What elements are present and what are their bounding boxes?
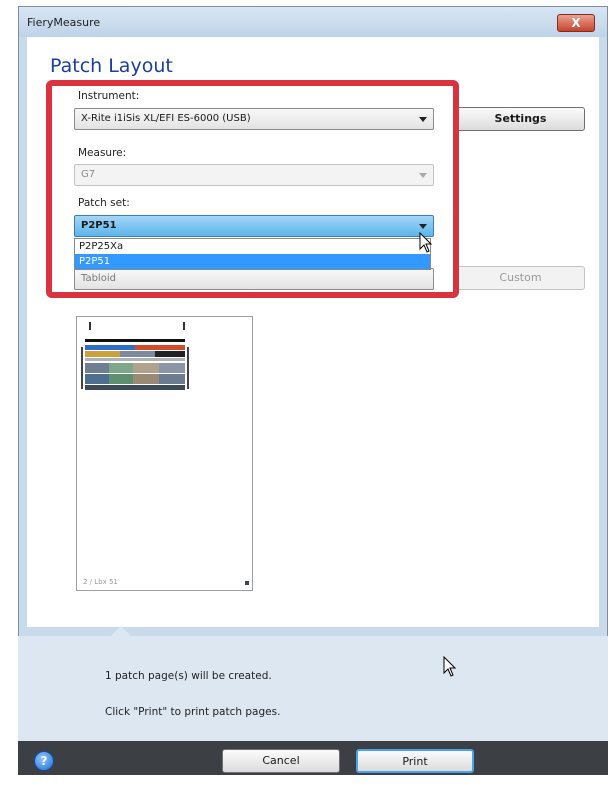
- title-bar: FieryMeasure X: [19, 7, 607, 37]
- patch-page-preview: 2 / Lbx 51: [76, 316, 253, 591]
- custom-button[interactable]: Custom: [456, 266, 585, 290]
- info-panel: [18, 636, 608, 741]
- help-icon[interactable]: ?: [34, 751, 54, 771]
- print-hint-text: Click "Print" to print patch pages.: [105, 706, 281, 718]
- patch-page-thumbnail: 2 / Lbx 51: [81, 322, 249, 586]
- highlight-box: [46, 80, 459, 298]
- close-icon[interactable]: X: [558, 15, 594, 31]
- close-button[interactable]: X: [557, 14, 595, 32]
- preview-caption: 2 / Lbx 51: [83, 578, 118, 586]
- pages-created-text: 1 patch page(s) will be created.: [105, 670, 272, 682]
- panel-notch: [110, 626, 132, 637]
- cancel-button[interactable]: Cancel: [222, 749, 340, 773]
- mouse-pointer-icon: [443, 656, 457, 677]
- print-button[interactable]: Print: [356, 749, 474, 773]
- mouse-pointer-icon: [419, 232, 433, 253]
- page-title: Patch Layout: [50, 55, 173, 77]
- window-title: FieryMeasure: [27, 16, 101, 29]
- settings-button[interactable]: Settings: [456, 107, 585, 131]
